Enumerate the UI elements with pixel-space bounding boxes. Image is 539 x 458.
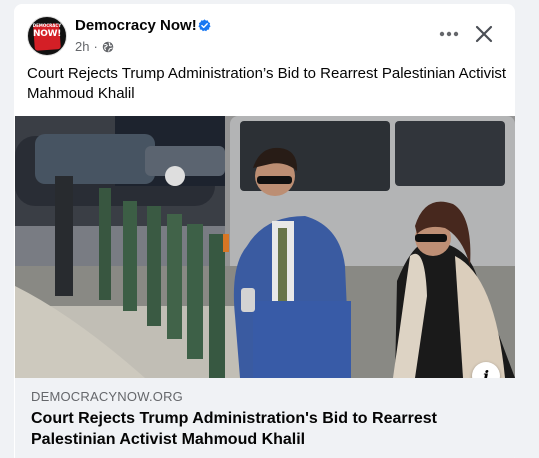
- more-options-icon[interactable]: [437, 24, 461, 44]
- post-header: DEMOCRACY NOW! Democracy Now! 2h ·: [14, 4, 515, 62]
- link-preview-image[interactable]: [15, 116, 515, 378]
- close-icon[interactable]: [472, 22, 496, 46]
- avatar-logo-small-text: DEMOCRACY: [32, 23, 62, 28]
- link-domain: DEMOCRACYNOW.ORG: [31, 389, 183, 404]
- page-name-link[interactable]: Democracy Now!: [75, 17, 197, 34]
- page-avatar[interactable]: DEMOCRACY NOW!: [27, 16, 67, 56]
- post-text: Court Rejects Trump Administration’s Bid…: [27, 65, 507, 102]
- avatar-logo-text: NOW!: [32, 29, 61, 39]
- post-timestamp[interactable]: 2h: [75, 39, 89, 54]
- globe-icon: [102, 41, 114, 52]
- link-preview-caption[interactable]: DEMOCRACYNOW.ORG Court Rejects Trump Adm…: [15, 378, 515, 458]
- photo-scene: [15, 116, 515, 378]
- post-meta: 2h ·: [75, 39, 114, 54]
- link-title[interactable]: Court Rejects Trump Administration's Bid…: [31, 408, 501, 450]
- verified-badge-icon: [198, 19, 211, 32]
- meta-dot: ·: [93, 39, 98, 54]
- post-card: DEMOCRACY NOW! Democracy Now! 2h · Court…: [14, 4, 515, 458]
